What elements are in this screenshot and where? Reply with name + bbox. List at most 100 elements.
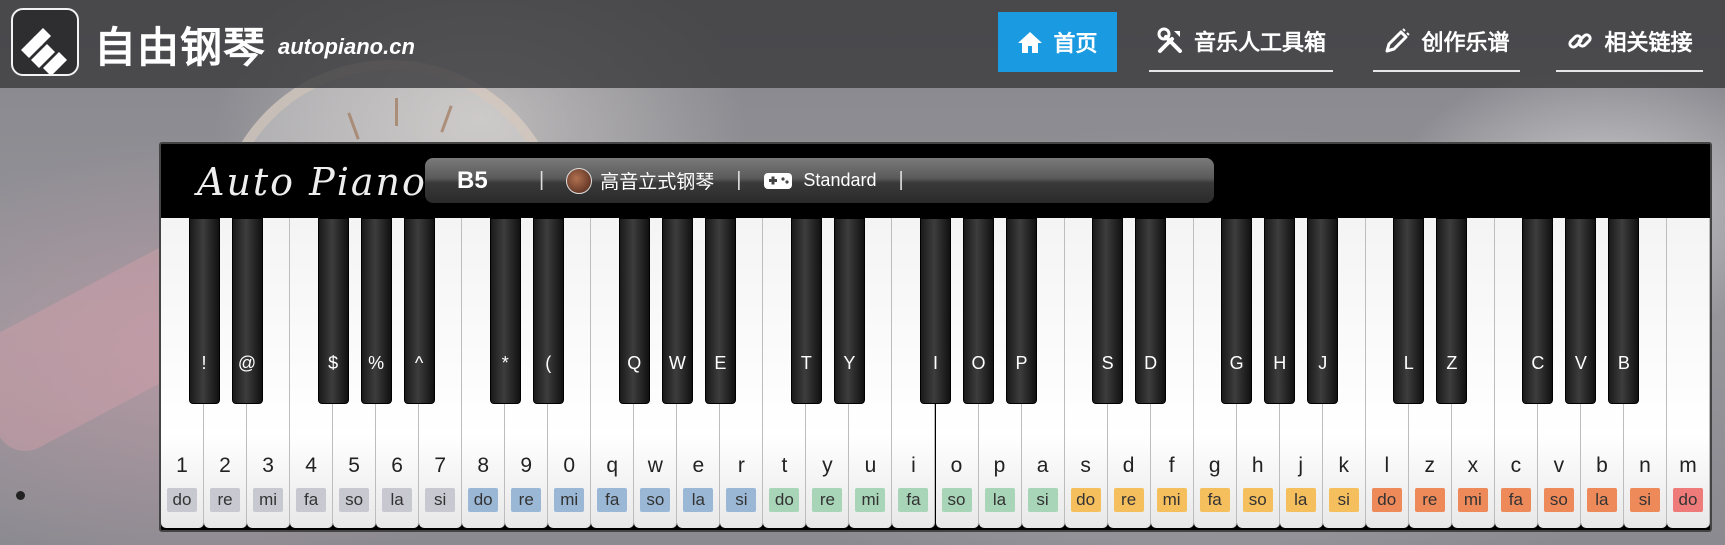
black-key[interactable]: ! bbox=[188, 218, 220, 404]
white-key-char: h bbox=[1251, 454, 1264, 477]
nav-related-links[interactable]: 相关链接 bbox=[1556, 12, 1703, 72]
black-key-char: @ bbox=[237, 353, 257, 373]
black-key[interactable]: @ bbox=[231, 218, 263, 404]
white-key-char: g bbox=[1208, 454, 1221, 477]
black-key-char: C bbox=[1531, 353, 1545, 373]
white-key-char: 2 bbox=[219, 454, 231, 477]
white-key-char: 5 bbox=[348, 454, 360, 477]
black-key[interactable]: V bbox=[1565, 218, 1597, 404]
decorative-dot bbox=[16, 491, 25, 500]
black-key[interactable]: W bbox=[661, 218, 693, 404]
piano-logo-icon bbox=[21, 28, 67, 74]
solfa-label: si bbox=[1328, 488, 1359, 512]
solfa-label: do bbox=[1070, 488, 1101, 512]
nav-home[interactable]: 首页 bbox=[998, 12, 1117, 72]
nav-compose-sheet[interactable]: 创作乐谱 bbox=[1373, 12, 1520, 72]
solfa-label: do bbox=[468, 488, 499, 512]
black-key[interactable]: * bbox=[489, 218, 521, 404]
white-key-char: n bbox=[1639, 454, 1651, 477]
black-key-char: $ bbox=[328, 353, 339, 373]
black-key-char: * bbox=[501, 353, 509, 373]
black-key[interactable]: T bbox=[790, 218, 822, 404]
black-key-char: J bbox=[1318, 353, 1328, 373]
white-key-char: z bbox=[1424, 454, 1436, 477]
black-key[interactable]: L bbox=[1393, 218, 1425, 404]
white-key-char: 3 bbox=[262, 454, 274, 477]
white-key-char: q bbox=[606, 454, 619, 477]
black-key-char: H bbox=[1273, 353, 1287, 373]
piano-control-bar: B5 | 高音立式钢琴 | Standard | bbox=[425, 158, 1214, 203]
solfa-label: mi bbox=[554, 488, 585, 512]
keyboard-mode-selector[interactable]: Standard bbox=[763, 170, 876, 191]
black-key[interactable]: J bbox=[1307, 218, 1339, 404]
solfa-label: re bbox=[1113, 488, 1144, 512]
black-key-char: T bbox=[800, 353, 812, 373]
white-key-char: 9 bbox=[520, 454, 533, 477]
link-icon bbox=[1568, 33, 1593, 49]
piano-brand: Auto Piano bbox=[197, 160, 427, 204]
black-key[interactable]: C bbox=[1522, 218, 1554, 404]
black-key[interactable]: Q bbox=[618, 218, 650, 404]
black-key[interactable]: H bbox=[1264, 218, 1296, 404]
solfa-label: so bbox=[941, 488, 972, 512]
white-key-char: r bbox=[737, 454, 745, 477]
black-key[interactable]: E bbox=[704, 218, 736, 404]
white-key-char: u bbox=[864, 454, 877, 477]
black-key[interactable]: D bbox=[1135, 218, 1167, 404]
site-title[interactable]: 自由钢琴 bbox=[94, 14, 266, 75]
instrument-selector[interactable]: 高音立式钢琴 bbox=[566, 167, 714, 194]
solfa-label: mi bbox=[855, 488, 886, 512]
black-key[interactable]: ( bbox=[532, 218, 564, 404]
site-logo[interactable] bbox=[11, 8, 79, 76]
black-key[interactable]: % bbox=[360, 218, 392, 404]
white-key-char: s bbox=[1080, 454, 1091, 477]
solfa-label: la bbox=[1586, 488, 1617, 512]
watch-marker bbox=[395, 98, 398, 126]
black-key[interactable]: S bbox=[1092, 218, 1124, 404]
solfa-label: fa bbox=[296, 488, 327, 512]
site-header: 自由钢琴 autopiano.cn 首页 音乐人工具箱 创作乐谱 相关链接 bbox=[0, 0, 1725, 88]
solfa-label: si bbox=[425, 488, 456, 512]
white-key-char: 7 bbox=[434, 454, 446, 477]
white-key-char: v bbox=[1553, 454, 1565, 477]
black-key-char: I bbox=[932, 353, 938, 373]
black-key[interactable]: Y bbox=[833, 218, 865, 404]
solfa-label: la bbox=[683, 488, 714, 512]
solfa-label: so bbox=[1242, 488, 1273, 512]
black-key[interactable]: G bbox=[1221, 218, 1253, 404]
white-key-char: d bbox=[1122, 454, 1135, 477]
solfa-label: mi bbox=[1156, 488, 1187, 512]
black-key[interactable]: I bbox=[920, 218, 951, 404]
current-note: B5 bbox=[457, 166, 488, 194]
black-key-char: P bbox=[1015, 353, 1028, 373]
black-key[interactable]: Z bbox=[1436, 218, 1468, 404]
white-key[interactable]: m do bbox=[1666, 218, 1710, 528]
black-key-char: ^ bbox=[414, 353, 424, 373]
piano-instrument-icon bbox=[566, 167, 593, 194]
solfa-label: so bbox=[640, 488, 671, 512]
instrument-name: 高音立式钢琴 bbox=[600, 172, 715, 193]
nav-musician-toolbox[interactable]: 音乐人工具箱 bbox=[1149, 12, 1333, 72]
solfa-label: fa bbox=[1199, 488, 1230, 512]
solfa-label: fa bbox=[1500, 488, 1531, 512]
white-key-char: m bbox=[1679, 454, 1697, 477]
black-key[interactable]: $ bbox=[317, 218, 349, 404]
white-key-char: t bbox=[781, 454, 788, 477]
solfa-label: si bbox=[1027, 488, 1058, 512]
white-key-char: j bbox=[1298, 454, 1304, 477]
black-key-char: O bbox=[971, 353, 986, 373]
keyboard: 1 do 2 re 3 mi 4 fa 5 so 6 la 7 si 8 do 9 re 0 mi q fa w so e la r… bbox=[161, 218, 1710, 530]
white-key-char: a bbox=[1036, 454, 1049, 477]
site-domain: autopiano.cn bbox=[278, 34, 415, 59]
black-key[interactable]: B bbox=[1608, 218, 1640, 404]
black-key[interactable]: ^ bbox=[403, 218, 435, 404]
black-key-char: Y bbox=[843, 353, 856, 373]
white-key-char: o bbox=[950, 454, 963, 477]
nav-related-links-label: 相关链接 bbox=[1604, 30, 1693, 55]
solfa-label: la bbox=[1285, 488, 1316, 512]
black-key[interactable]: O bbox=[963, 218, 995, 404]
white-key-char: 0 bbox=[563, 454, 576, 477]
black-key-char: % bbox=[368, 353, 385, 373]
black-key[interactable]: P bbox=[1006, 218, 1038, 404]
white-key-char: k bbox=[1338, 454, 1350, 477]
